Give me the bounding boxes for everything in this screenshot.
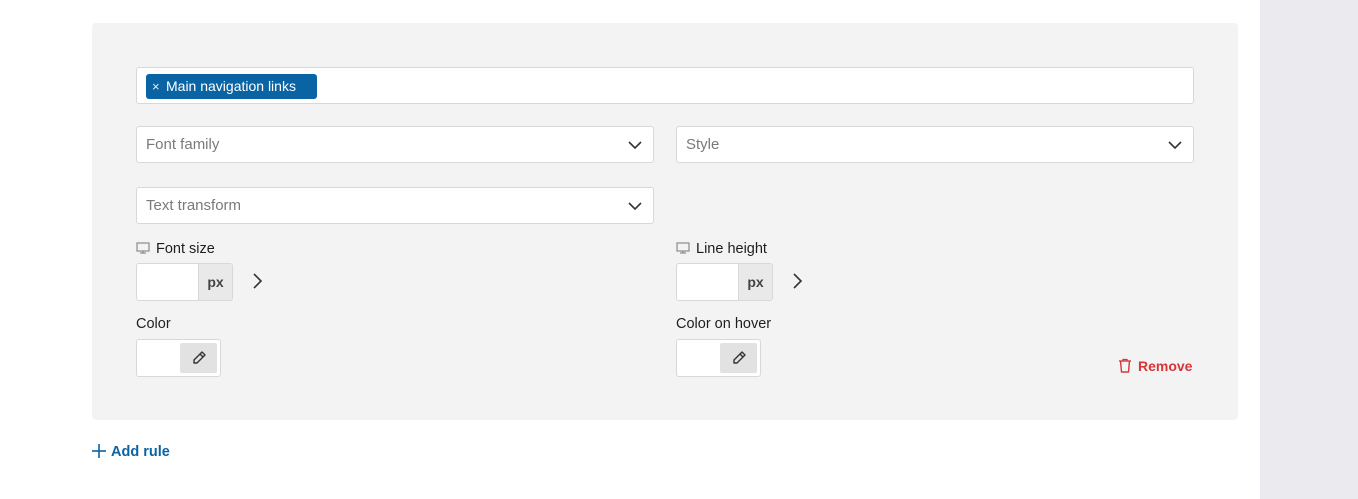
text-transform-placeholder: Text transform (146, 197, 242, 214)
font-size-input[interactable]: px (136, 263, 233, 301)
selector-token[interactable]: × Main navigation links (146, 74, 317, 99)
line-height-unit[interactable]: px (738, 264, 772, 300)
typography-rule-card: × Main navigation links Font family Style… (92, 23, 1238, 420)
right-gutter (1260, 0, 1358, 499)
color-label: Color (136, 316, 171, 332)
style-placeholder: Style (686, 136, 720, 153)
color-hover-picker-button[interactable] (720, 343, 757, 373)
line-height-label: Line height (696, 241, 767, 257)
text-transform-select[interactable]: Text transform (136, 187, 654, 224)
selector-field[interactable]: × Main navigation links (136, 67, 1194, 104)
eyedropper-icon (733, 351, 746, 364)
chevron-down-icon (628, 141, 642, 150)
font-family-select[interactable]: Font family (136, 126, 654, 163)
chevron-down-icon (1168, 141, 1182, 150)
color-hover-field[interactable] (676, 339, 761, 377)
font-family-placeholder: Font family (146, 136, 220, 153)
add-rule-button[interactable]: Add rule (92, 444, 170, 460)
style-select[interactable]: Style (676, 126, 1194, 163)
eyedropper-icon (193, 351, 206, 364)
chevron-right-icon[interactable] (791, 272, 803, 290)
monitor-icon[interactable] (676, 242, 690, 254)
plus-icon (92, 444, 106, 458)
add-rule-label: Add rule (111, 444, 170, 460)
font-size-label: Font size (156, 241, 215, 257)
color-hover-label: Color on hover (676, 316, 772, 332)
remove-label: Remove (1138, 358, 1193, 374)
monitor-icon[interactable] (136, 242, 150, 254)
font-size-unit[interactable]: px (198, 264, 232, 300)
chevron-down-icon (628, 202, 642, 211)
chevron-right-icon[interactable] (251, 272, 263, 290)
font-size-label-row: Font size (136, 241, 215, 257)
selector-token-label: Main navigation links (166, 78, 296, 94)
trash-icon (1119, 358, 1131, 373)
color-picker-button[interactable] (180, 343, 217, 373)
close-icon[interactable]: × (152, 74, 164, 99)
color-field[interactable] (136, 339, 221, 377)
line-height-label-row: Line height (676, 241, 767, 257)
remove-rule-button[interactable]: Remove (1118, 358, 1192, 374)
line-height-input[interactable]: px (676, 263, 773, 301)
